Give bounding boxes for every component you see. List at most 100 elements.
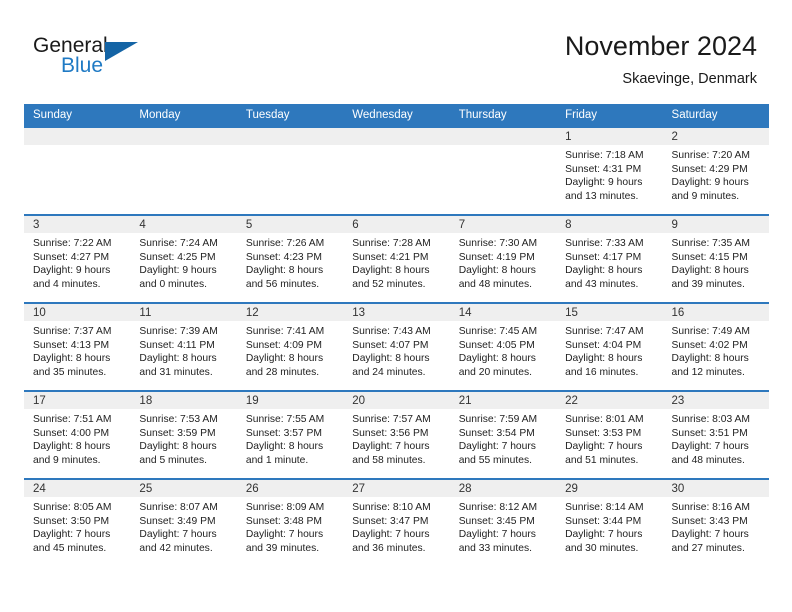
calendar-day-cell[interactable]: 8 Sunrise: 7:33 AM Sunset: 4:17 PM Daylight…: [556, 214, 663, 303]
sunset-text: Sunset: 3:48 PM: [245, 515, 322, 527]
daylight-text: and 5 minutes.: [139, 454, 207, 466]
calendar-day-cell[interactable]: 9 Sunrise: 7:35 AM Sunset: 4:15 PM Daylight…: [662, 214, 769, 303]
daylight-text: Daylight: 7 hours: [458, 529, 536, 541]
title-block: November 2024 Skaevinge, Denmark: [565, 30, 757, 89]
page-header: General Blue November 2024 Skaevinge, De…: [0, 0, 792, 100]
day-number: [343, 128, 450, 145]
day-number: 27: [343, 480, 450, 497]
sunset-text: Sunset: 4:31 PM: [565, 163, 642, 175]
calendar-day-cell[interactable]: 22 Sunrise: 8:01 AM Sunset: 3:53 PM Dayligh…: [556, 390, 663, 479]
daylight-text: and 42 minutes.: [139, 542, 213, 554]
calendar-week-row: 1 Sunrise: 7:18 AM Sunset: 4:31 PM Daylight…: [24, 126, 769, 215]
daylight-text: Daylight: 8 hours: [458, 265, 536, 277]
daylight-text: and 33 minutes.: [458, 542, 532, 554]
calendar-day-cell[interactable]: 27 Sunrise: 8:10 AM Sunset: 3:47 PM Dayligh…: [343, 478, 450, 567]
daylight-text: Daylight: 9 hours: [33, 265, 111, 277]
daylight-text: and 56 minutes.: [245, 278, 320, 290]
sunset-text: Sunset: 4:27 PM: [33, 251, 110, 263]
day-number: 23: [662, 392, 769, 409]
calendar-day-cell[interactable]: 5 Sunrise: 7:26 AM Sunset: 4:23 PM Daylight…: [236, 214, 344, 303]
day-number: 30: [662, 480, 769, 497]
calendar-day-cell[interactable]: 7 Sunrise: 7:30 AM Sunset: 4:19 PM Daylight…: [449, 214, 557, 303]
page-subtitle: Skaevinge, Denmark: [622, 71, 757, 87]
daylight-text: and 55 minutes.: [458, 454, 532, 466]
day-number: 15: [556, 304, 663, 321]
calendar-day-cell[interactable]: 29 Sunrise: 8:14 AM Sunset: 3:44 PM Dayligh…: [556, 478, 663, 567]
calendar-day-cell[interactable]: 25 Sunrise: 8:07 AM Sunset: 3:49 PM Dayligh…: [130, 478, 237, 567]
calendar-day-cell[interactable]: 11 Sunrise: 7:39 AM Sunset: 4:11 PM Dayligh…: [130, 302, 237, 391]
sunrise-text: Sunrise: 8:07 AM: [139, 502, 218, 513]
calendar-week-row: 24 Sunrise: 8:05 AM Sunset: 3:50 PM Dayligh…: [24, 478, 769, 567]
daylight-text: Daylight: 8 hours: [565, 265, 643, 277]
day-details: Sunrise: 7:26 AM Sunset: 4:23 PM Daylight:…: [237, 233, 343, 291]
daylight-text: and 51 minutes.: [565, 454, 639, 466]
sunrise-text: Sunrise: 7:24 AM: [139, 238, 218, 249]
sunset-text: Sunset: 4:29 PM: [671, 163, 748, 175]
calendar-empty-cell: [24, 126, 131, 215]
day-details: Sunrise: 7:35 AM Sunset: 4:15 PM Daylight:…: [663, 233, 769, 291]
day-details: Sunrise: 7:33 AM Sunset: 4:17 PM Daylight:…: [556, 233, 662, 291]
daylight-text: and 35 minutes.: [33, 366, 107, 378]
calendar-empty-cell: [236, 126, 344, 215]
sunrise-text: Sunrise: 7:20 AM: [671, 150, 750, 161]
daylight-text: Daylight: 8 hours: [139, 441, 217, 453]
calendar-day-cell[interactable]: 4 Sunrise: 7:24 AM Sunset: 4:25 PM Daylight…: [130, 214, 237, 303]
daylight-text: Daylight: 7 hours: [352, 441, 430, 453]
calendar-day-cell[interactable]: 26 Sunrise: 8:09 AM Sunset: 3:48 PM Dayligh…: [236, 478, 344, 567]
calendar-day-cell[interactable]: 10 Sunrise: 7:37 AM Sunset: 4:13 PM Dayligh…: [24, 302, 131, 391]
daylight-text: and 39 minutes.: [245, 542, 320, 554]
sunset-text: Sunset: 4:13 PM: [33, 339, 110, 351]
daylight-text: Daylight: 8 hours: [565, 353, 643, 365]
calendar-day-cell[interactable]: 30 Sunrise: 8:16 AM Sunset: 3:43 PM Dayligh…: [662, 478, 769, 567]
calendar-day-cell[interactable]: 2 Sunrise: 7:20 AM Sunset: 4:29 PM Daylight…: [662, 126, 769, 215]
day-number: 12: [236, 304, 344, 321]
sunrise-text: Sunrise: 7:43 AM: [352, 326, 431, 337]
day-number: 8: [556, 216, 663, 233]
day-details: Sunrise: 7:55 AM Sunset: 3:57 PM Daylight:…: [237, 409, 343, 467]
daylight-text: and 20 minutes.: [458, 366, 532, 378]
day-details: [237, 145, 343, 149]
daylight-text: and 1 minute.: [245, 454, 309, 466]
daylight-text: and 9 minutes.: [671, 190, 740, 202]
daylight-text: and 31 minutes.: [139, 366, 213, 378]
daylight-text: Daylight: 8 hours: [352, 353, 430, 365]
calendar-day-cell[interactable]: 1 Sunrise: 7:18 AM Sunset: 4:31 PM Daylight…: [556, 126, 663, 215]
day-details: Sunrise: 7:51 AM Sunset: 4:00 PM Daylight:…: [24, 409, 130, 467]
day-number: [130, 128, 237, 145]
calendar-week-row: 3 Sunrise: 7:22 AM Sunset: 4:27 PM Daylight…: [24, 214, 769, 303]
day-details: Sunrise: 7:47 AM Sunset: 4:04 PM Daylight:…: [556, 321, 662, 379]
logo-text-blue: Blue: [61, 54, 104, 77]
daylight-text: and 16 minutes.: [565, 366, 639, 378]
daylight-text: Daylight: 8 hours: [245, 265, 324, 277]
calendar-day-cell[interactable]: 16 Sunrise: 7:49 AM Sunset: 4:02 PM Dayligh…: [662, 302, 769, 391]
day-details: Sunrise: 7:43 AM Sunset: 4:07 PM Daylight:…: [343, 321, 449, 379]
weekday-header-saturday: Saturday: [662, 104, 769, 127]
sunset-text: Sunset: 4:07 PM: [352, 339, 429, 351]
calendar-day-cell[interactable]: 14 Sunrise: 7:45 AM Sunset: 4:05 PM Dayligh…: [449, 302, 557, 391]
calendar-day-cell[interactable]: 23 Sunrise: 8:03 AM Sunset: 3:51 PM Dayligh…: [662, 390, 769, 479]
calendar-day-cell[interactable]: 24 Sunrise: 8:05 AM Sunset: 3:50 PM Dayligh…: [24, 478, 131, 567]
calendar-day-cell[interactable]: 3 Sunrise: 7:22 AM Sunset: 4:27 PM Daylight…: [24, 214, 131, 303]
calendar-day-cell[interactable]: 18 Sunrise: 7:53 AM Sunset: 3:59 PM Dayligh…: [130, 390, 237, 479]
calendar-day-cell[interactable]: 17 Sunrise: 7:51 AM Sunset: 4:00 PM Dayligh…: [24, 390, 131, 479]
calendar-day-cell[interactable]: 19 Sunrise: 7:55 AM Sunset: 3:57 PM Dayligh…: [236, 390, 344, 479]
sunrise-text: Sunrise: 8:05 AM: [33, 502, 112, 513]
calendar-day-cell[interactable]: 28 Sunrise: 8:12 AM Sunset: 3:45 PM Dayligh…: [449, 478, 557, 567]
daylight-text: Daylight: 7 hours: [565, 529, 643, 541]
general-blue-logo[interactable]: General Blue: [33, 34, 153, 80]
daylight-text: and 48 minutes.: [671, 454, 745, 466]
day-details: Sunrise: 7:39 AM Sunset: 4:11 PM Daylight:…: [130, 321, 236, 379]
daylight-text: Daylight: 7 hours: [458, 441, 536, 453]
calendar-day-cell[interactable]: 20 Sunrise: 7:57 AM Sunset: 3:56 PM Dayligh…: [343, 390, 450, 479]
daylight-text: Daylight: 7 hours: [352, 529, 430, 541]
calendar-day-cell[interactable]: 21 Sunrise: 7:59 AM Sunset: 3:54 PM Dayligh…: [449, 390, 557, 479]
calendar-day-cell[interactable]: 6 Sunrise: 7:28 AM Sunset: 4:21 PM Daylight…: [343, 214, 450, 303]
day-details: Sunrise: 8:09 AM Sunset: 3:48 PM Daylight:…: [237, 497, 343, 555]
day-details: Sunrise: 8:07 AM Sunset: 3:49 PM Daylight:…: [130, 497, 236, 555]
daylight-text: Daylight: 7 hours: [565, 441, 643, 453]
sunset-text: Sunset: 4:00 PM: [33, 427, 110, 439]
calendar-day-cell[interactable]: 13 Sunrise: 7:43 AM Sunset: 4:07 PM Dayligh…: [343, 302, 450, 391]
calendar-day-cell[interactable]: 15 Sunrise: 7:47 AM Sunset: 4:04 PM Dayligh…: [556, 302, 663, 391]
sunrise-text: Sunrise: 7:33 AM: [565, 238, 644, 249]
calendar-day-cell[interactable]: 12 Sunrise: 7:41 AM Sunset: 4:09 PM Dayligh…: [236, 302, 344, 391]
